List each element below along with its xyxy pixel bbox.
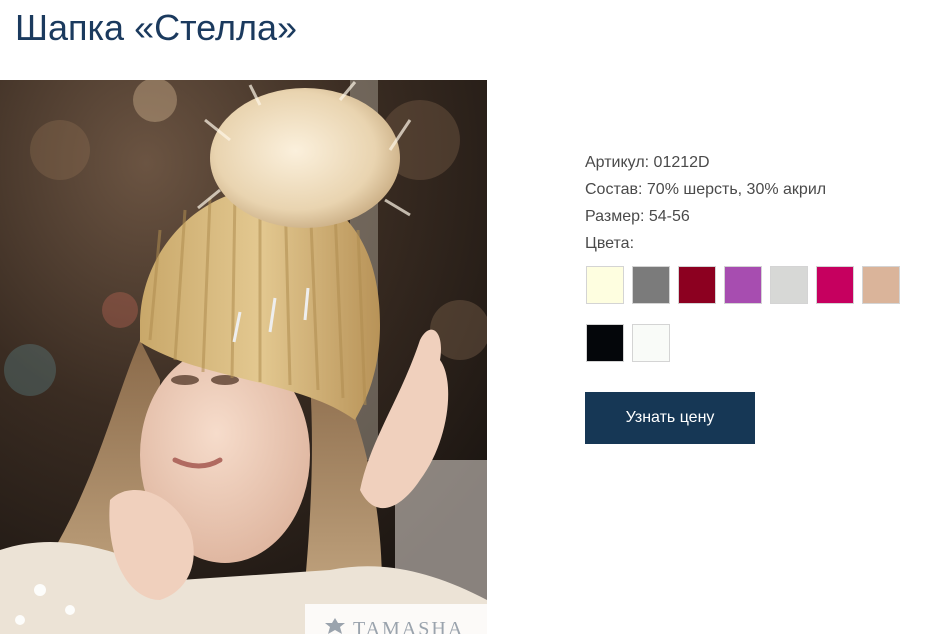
- get-price-button[interactable]: Узнать цену: [585, 392, 755, 444]
- tamasha-logo-icon: [325, 618, 345, 634]
- product-page: Шапка «Стелла» TAMASHA Артикул: 01212D С…: [0, 0, 949, 634]
- color-swatch-cream[interactable]: [586, 266, 624, 304]
- colors-label: Цвета:: [585, 235, 635, 252]
- color-swatch-beige[interactable]: [862, 266, 900, 304]
- watermark-text: TAMASHA: [353, 618, 465, 634]
- size-label: Размер: 54-56: [585, 208, 690, 225]
- watermark-logo: TAMASHA: [305, 604, 487, 634]
- product-photo: [0, 80, 487, 634]
- color-swatch-gray[interactable]: [632, 266, 670, 304]
- color-swatch-raspberry[interactable]: [816, 266, 854, 304]
- color-swatch-white[interactable]: [632, 324, 670, 362]
- page-title: Шапка «Стелла»: [15, 7, 298, 48]
- product-details: Артикул: 01212D Состав: 70% шерсть, 30% …: [585, 149, 925, 257]
- color-swatch-violet[interactable]: [724, 266, 762, 304]
- color-swatch-light-gray[interactable]: [770, 266, 808, 304]
- color-swatch-burgundy[interactable]: [678, 266, 716, 304]
- color-swatch-black[interactable]: [586, 324, 624, 362]
- article-label: Артикул: 01212D: [585, 154, 710, 171]
- composition-label: Состав: 70% шерсть, 30% акрил: [585, 181, 827, 198]
